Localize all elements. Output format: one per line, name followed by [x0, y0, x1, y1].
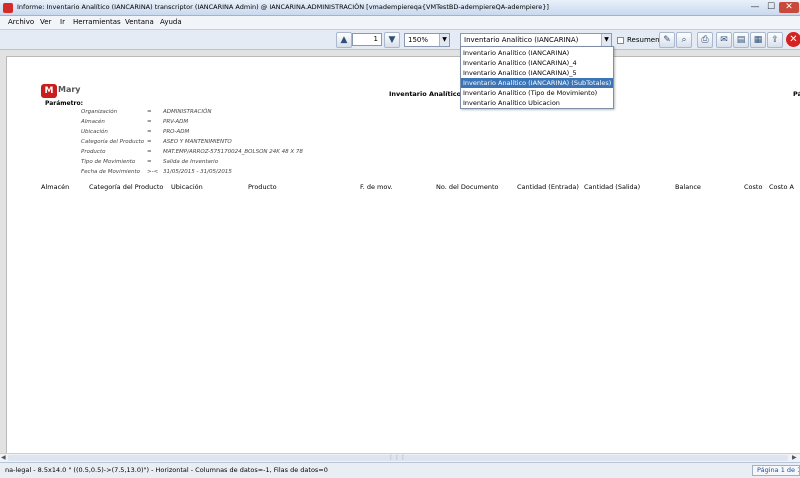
report-format-dropdown: Inventario Analítico (IANCARINA) Inventa… [460, 46, 614, 109]
chevron-down-icon[interactable]: ▼ [601, 34, 611, 46]
parameter-operator: = [147, 159, 152, 165]
menu-archivo[interactable]: Archivo [8, 18, 34, 26]
parameter-value: 31/05/2015 - 31/05/2015 [163, 169, 232, 175]
status-page-indicator: Página 1 de 1 [752, 465, 800, 476]
report-format-value: Inventario Analítico (IANCARINA) [464, 36, 579, 44]
column-header-categoria: Categoría del Producto [89, 183, 164, 191]
page-down-icon[interactable]: ▼ [384, 32, 400, 48]
column-header-almacen: Almacén [41, 183, 70, 191]
customize-tools-icon[interactable]: ✎ [659, 32, 675, 48]
company-logo-text: Mary [58, 85, 81, 94]
parameter-operator: = [147, 129, 152, 135]
parameter-value: MAT.EMP/ARROZ-575170024_BOLSON 24K 48 X … [163, 149, 303, 155]
parameter-operator: = [147, 119, 152, 125]
parameter-label: Almacén [81, 119, 105, 125]
dropdown-option[interactable]: Inventario Analítico (IANCARINA) (SubTot… [461, 78, 613, 88]
parameter-value: PRO-ADM [163, 129, 190, 135]
column-header-ubicacion: Ubicación [171, 183, 203, 191]
column-header-documento: No. del Documento [436, 183, 499, 191]
parameter-value: ADMINISTRACIÓN [163, 109, 212, 115]
find-icon[interactable]: ⌕ [676, 32, 692, 48]
print-icon[interactable]: ⎙ [697, 32, 713, 48]
menu-ver[interactable]: Ver [40, 18, 51, 26]
zoom-value: 150% [408, 36, 429, 44]
menu-ventana[interactable]: Ventana [125, 18, 154, 26]
maximize-button[interactable]: ☐ [763, 2, 779, 13]
report-page: M Mary Inventario Analítico (IANC Pá Par… [6, 56, 800, 453]
window-title: Informe: Inventario Analítico (IANCARINA… [17, 3, 549, 11]
page-up-icon[interactable]: ▲ [336, 32, 352, 48]
scroll-grip-icon: ⋮⋮⋮ [388, 454, 406, 461]
archive-icon[interactable]: ▤ [733, 32, 749, 48]
status-info: na-legal - 8.5x14.0 " ((0.5,0.5)->(7.5,1… [5, 466, 328, 474]
parameter-label: Categoría del Producto [81, 139, 145, 145]
close-window-button[interactable]: ✕ [779, 2, 799, 13]
dropdown-option[interactable]: Inventario Analítico (IANCARINA)_4 [461, 58, 613, 68]
scroll-left-icon[interactable]: ◀ [1, 454, 6, 461]
parameter-label: Organización [81, 109, 118, 115]
menu-ayuda[interactable]: Ayuda [160, 18, 182, 26]
horizontal-scrollbar[interactable]: ◀ ⋮⋮⋮ ▶ [0, 453, 800, 462]
zoom-select[interactable]: 150% ▼ [404, 33, 450, 47]
minimize-button[interactable]: — [747, 2, 763, 13]
summary-label: Resumen [627, 36, 660, 44]
chevron-down-icon[interactable]: ▼ [439, 34, 449, 46]
page-number-input[interactable]: 1 [352, 33, 382, 46]
parameter-label: Ubicación [81, 129, 108, 135]
report-viewer: M Mary Inventario Analítico (IANC Pá Par… [0, 50, 800, 453]
parameter-label: Fecha de Movimiento [81, 169, 140, 175]
export-icon[interactable]: ⇪ [767, 32, 783, 48]
parameter-operator: = [147, 139, 152, 145]
dropdown-option[interactable]: Inventario Analítico (IANCARINA)_5 [461, 68, 613, 78]
menu-bar: Archivo Ver Ir Herramientas Ventana Ayud… [0, 16, 800, 30]
company-logo-icon: M [41, 84, 57, 98]
column-header-producto: Producto [248, 183, 277, 191]
dropdown-option[interactable]: Inventario Analítico Ubicacion [461, 98, 613, 108]
column-header-cantidad-entrada: Cantidad (Entrada) [517, 183, 579, 191]
column-header-costo-a: Costo A [769, 183, 794, 191]
send-mail-icon[interactable]: ✉ [716, 32, 732, 48]
page-label: Pá [793, 90, 800, 98]
dropdown-option[interactable]: Inventario Analítico (IANCARINA) [461, 48, 613, 58]
menu-ir[interactable]: Ir [60, 18, 65, 26]
parameter-value: Salida de Inventario [163, 159, 219, 165]
parameter-label: Producto [81, 149, 106, 155]
parameter-operator: = [147, 109, 152, 115]
report-format-select[interactable]: Inventario Analítico (IANCARINA) ▼ [460, 33, 612, 47]
parameter-operator: = [147, 149, 152, 155]
title-bar: Informe: Inventario Analítico (IANCARINA… [0, 0, 800, 16]
summary-checkbox[interactable] [617, 37, 624, 44]
archive-stack-icon[interactable]: ▦ [750, 32, 766, 48]
column-header-cantidad-salida: Cantidad (Salida) [584, 183, 641, 191]
app-icon [3, 3, 13, 13]
close-report-icon[interactable]: ✕ [786, 32, 800, 47]
report-toolbar: ▲ 1 ▼ 150% ▼ Inventario Analítico (IANCA… [0, 30, 800, 50]
dropdown-option[interactable]: Inventario Analítico (Tipo de Movimiento… [461, 88, 613, 98]
status-bar: na-legal - 8.5x14.0 " ((0.5,0.5)->(7.5,1… [0, 462, 800, 478]
scroll-right-icon[interactable]: ▶ [792, 454, 797, 461]
parameter-value: ASEO Y MANTENIMIENTO [163, 139, 232, 145]
parameters-heading: Parámetro: [45, 100, 83, 107]
parameter-operator: >-< [147, 169, 159, 175]
parameter-label: Tipo de Movimiento [81, 159, 136, 165]
column-header-costo: Costo [744, 183, 763, 191]
column-header-fecha-mov: F. de mov. [360, 183, 393, 191]
menu-herramientas[interactable]: Herramientas [73, 18, 121, 26]
column-header-balance: Balance [675, 183, 701, 191]
parameter-value: PRV-ADM [163, 119, 189, 125]
